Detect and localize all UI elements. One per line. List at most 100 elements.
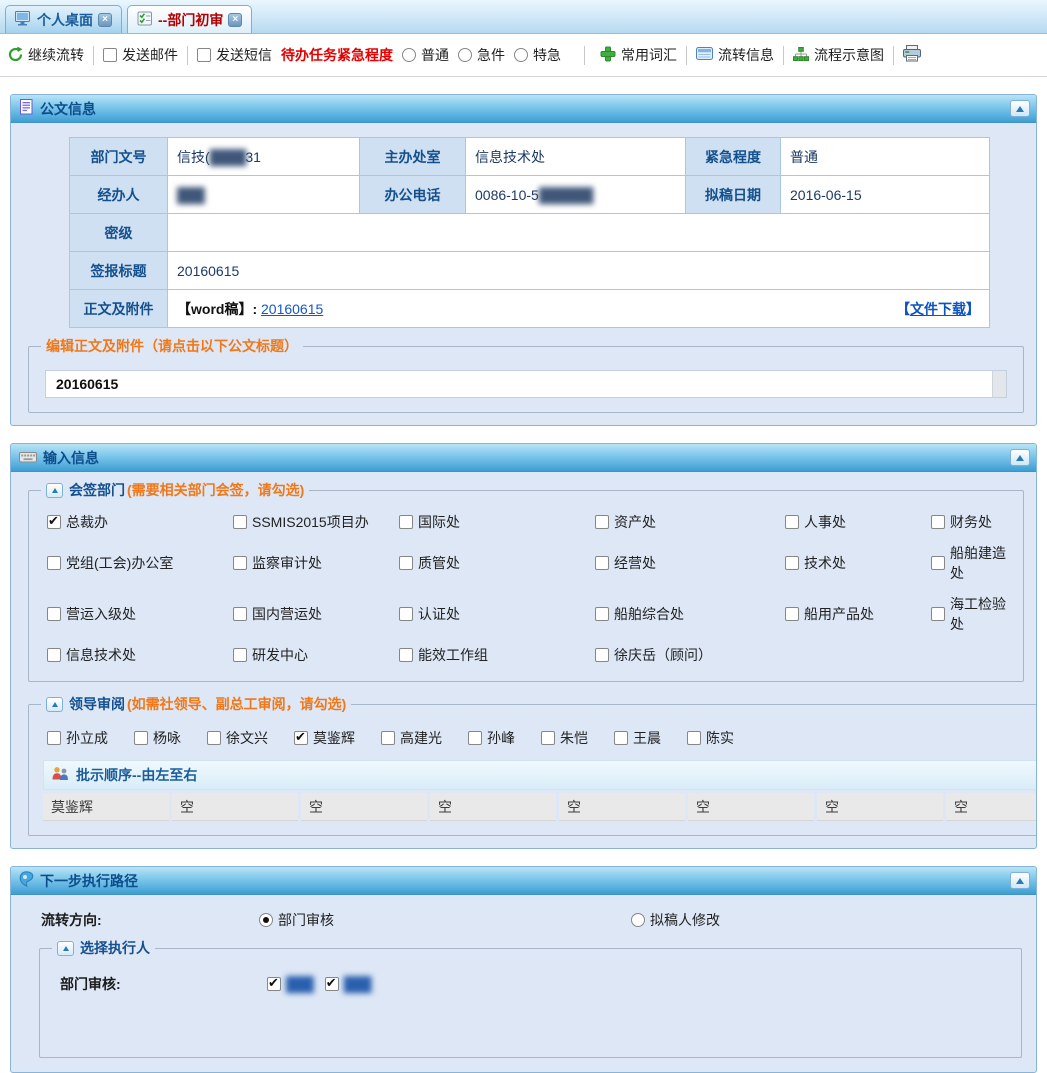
file-download-link[interactable]: 【文件下载】 xyxy=(896,299,980,319)
toolbar-separator xyxy=(584,46,585,65)
dept-option: 资产处 xyxy=(595,512,785,532)
dept-checkbox[interactable] xyxy=(47,515,61,529)
dept-review-radio[interactable] xyxy=(259,913,273,927)
urgency-option-extra-urgent: 特急 xyxy=(514,45,561,65)
dept-checkbox[interactable] xyxy=(595,556,609,570)
toolbar-separator xyxy=(686,46,687,65)
dept-checkbox[interactable] xyxy=(595,607,609,621)
approval-order-cells: 莫鉴辉 空 空 空 空 空 空 空 xyxy=(43,793,1037,821)
dept-option: 监察审计处 xyxy=(233,543,399,583)
urgency-urgent-radio[interactable] xyxy=(458,48,472,62)
dept-checkbox[interactable] xyxy=(233,607,247,621)
monitor-icon xyxy=(15,11,32,29)
dept-checkbox[interactable] xyxy=(931,556,945,570)
dept-option: 国内营运处 xyxy=(233,594,399,634)
collapse-button[interactable] xyxy=(46,483,63,498)
redacted-text: ███ xyxy=(286,976,313,992)
leader-checkbox[interactable] xyxy=(207,731,221,745)
leader-checkbox[interactable] xyxy=(541,731,555,745)
redacted-text: ████ xyxy=(210,149,246,165)
dept-option: 国际处 xyxy=(399,512,595,532)
dept-checkbox[interactable] xyxy=(233,556,247,570)
dept-checkbox[interactable] xyxy=(399,648,413,662)
leader-checkbox[interactable] xyxy=(294,731,308,745)
collapse-button[interactable] xyxy=(46,697,63,712)
send-sms-checkbox[interactable] xyxy=(197,48,211,62)
next-step-panel: 下一步执行路径 流转方向: 部门审核 拟稿人修改 选择执行人 部门审核: ███ xyxy=(10,866,1037,1073)
collapse-button[interactable] xyxy=(1010,872,1030,889)
executor-checkbox[interactable] xyxy=(325,977,339,991)
word-draft-link[interactable]: 20160615 xyxy=(261,301,323,317)
leader-checkbox[interactable] xyxy=(687,731,701,745)
next-step-header: 下一步执行路径 xyxy=(11,867,1036,895)
table-row: 密级 xyxy=(70,214,990,252)
drafter-revise-radio[interactable] xyxy=(631,913,645,927)
dept-checkbox[interactable] xyxy=(785,556,799,570)
dept-checkbox[interactable] xyxy=(785,515,799,529)
flow-diagram-button[interactable]: 流程示意图 xyxy=(793,45,884,65)
field-value-handler: ███ xyxy=(168,176,360,214)
leader-option: 王晨 xyxy=(614,728,661,748)
doc-title-bar[interactable]: 20160615 xyxy=(45,370,1007,398)
chevron-up-icon xyxy=(1016,106,1024,112)
order-cell: 莫鉴辉 xyxy=(43,793,169,821)
dept-option: 技术处 xyxy=(785,543,931,583)
leader-checkbox[interactable] xyxy=(614,731,628,745)
leader-checkbox[interactable] xyxy=(468,731,482,745)
dept-checkbox[interactable] xyxy=(595,648,609,662)
close-icon[interactable]: × xyxy=(228,13,242,27)
bar-tail xyxy=(992,371,1006,397)
toolbar-separator xyxy=(783,46,784,65)
dept-option: 船舶建造处 xyxy=(931,543,1009,583)
executor-row: 部门审核: ███ ███ xyxy=(52,964,1009,994)
leader-checkbox[interactable] xyxy=(134,731,148,745)
tab-dept-initial-review[interactable]: --部门初审 × xyxy=(127,5,252,33)
org-chart-icon xyxy=(793,47,809,64)
dept-option: 质管处 xyxy=(399,543,595,583)
dept-checkbox[interactable] xyxy=(931,607,945,621)
dept-checkbox[interactable] xyxy=(399,607,413,621)
order-cell: 空 xyxy=(946,793,1037,821)
field-value-body-attachment: 【word稿】: 20160615 【文件下载】 xyxy=(168,290,990,328)
order-cell: 空 xyxy=(172,793,298,821)
dept-checkbox[interactable] xyxy=(785,607,799,621)
chevron-up-icon xyxy=(52,488,58,493)
field-value-host-office: 信息技术处 xyxy=(466,138,686,176)
print-button[interactable] xyxy=(903,45,922,65)
panel-title: 输入信息 xyxy=(43,448,99,468)
close-icon[interactable]: × xyxy=(98,13,112,27)
dept-option: 党组(工会)办公室 xyxy=(47,543,233,583)
dept-checkbox[interactable] xyxy=(931,515,945,529)
dept-checkbox[interactable] xyxy=(47,648,61,662)
leader-option: 杨咏 xyxy=(134,728,181,748)
dept-checkbox[interactable] xyxy=(233,648,247,662)
urgency-normal-radio[interactable] xyxy=(402,48,416,62)
continue-flow-button[interactable]: 继续流转 xyxy=(8,45,84,65)
dept-checkbox[interactable] xyxy=(399,556,413,570)
dept-option: 认证处 xyxy=(399,594,595,634)
panel-title: 公文信息 xyxy=(40,99,96,119)
urgency-extra-urgent-radio[interactable] xyxy=(514,48,528,62)
leader-checkbox[interactable] xyxy=(47,731,61,745)
printer-icon xyxy=(903,45,922,65)
executor-checkbox[interactable] xyxy=(267,977,281,991)
dept-checkbox[interactable] xyxy=(595,515,609,529)
leader-option: 莫鉴辉 xyxy=(294,728,355,748)
dept-checkbox[interactable] xyxy=(47,556,61,570)
dept-checkbox[interactable] xyxy=(233,515,247,529)
collapse-button[interactable] xyxy=(1010,100,1030,117)
toolbar-separator xyxy=(893,46,894,65)
approval-order-title: 批示顺序--由左至右 xyxy=(76,765,197,785)
sign-depts-legend: 会签部门(需要相关部门会签，请勾选) xyxy=(41,480,309,500)
tab-personal-desktop[interactable]: 个人桌面 × xyxy=(5,5,122,33)
collapse-button[interactable] xyxy=(57,941,74,956)
dept-checkbox[interactable] xyxy=(47,607,61,621)
send-email-checkbox[interactable] xyxy=(103,48,117,62)
executor-row-label: 部门审核: xyxy=(60,974,267,994)
leader-checkbox[interactable] xyxy=(381,731,395,745)
common-words-button[interactable]: 常用词汇 xyxy=(600,45,677,65)
collapse-button[interactable] xyxy=(1010,449,1030,466)
flow-info-button[interactable]: 流转信息 xyxy=(696,45,774,65)
dept-checkbox[interactable] xyxy=(399,515,413,529)
field-value-draft-date: 2016-06-15 xyxy=(781,176,990,214)
